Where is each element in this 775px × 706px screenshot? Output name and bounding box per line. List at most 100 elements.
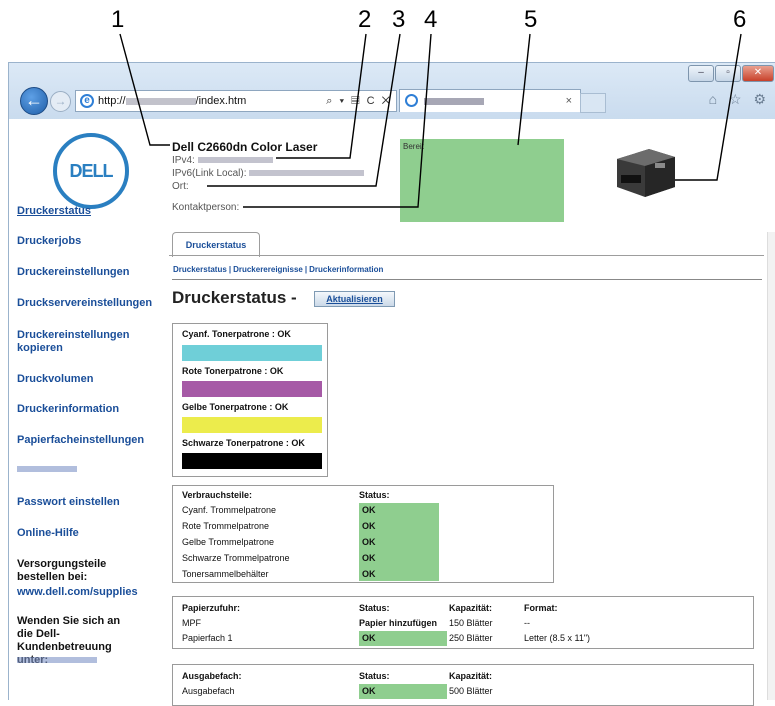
callout-4: 4	[424, 6, 438, 33]
tab-druckerstatus[interactable]: Druckerstatus	[172, 232, 260, 257]
printer-status-box: Bereit	[400, 139, 564, 222]
callout-2: 2	[358, 6, 372, 33]
toner-label-magenta: Rote Tonerpatrone : OK	[182, 366, 284, 376]
contact-label: Kontaktperson:	[172, 202, 240, 213]
address-bar[interactable]: e http:// /index.htm ⌕ ▾ ▤ C ✕	[75, 90, 397, 112]
ipv6-label: IPv6(Link Local):	[172, 168, 247, 179]
sidebar-item-druckereinstellungen[interactable]: Druckereinstellungen	[17, 266, 162, 279]
minimize-button[interactable]: –	[688, 65, 714, 82]
address-suffix: /index.htm	[195, 95, 247, 107]
tray-capacity: 250 Blätter	[449, 633, 493, 643]
tab-close-icon[interactable]: ×	[566, 90, 572, 112]
sidebar-item-druckerstatus[interactable]: Druckerstatus	[17, 205, 162, 218]
printer-model: Dell C2660dn Color Laser	[172, 140, 318, 154]
consumable-name: Cyanf. Trommelpatrone	[182, 505, 277, 515]
tray-status: OK	[359, 631, 447, 646]
paper-format-header: Format:	[524, 603, 558, 613]
supplies-link[interactable]: www.dell.com/supplies	[17, 586, 162, 599]
tray-name: Papierfach 1	[182, 633, 233, 643]
toner-label-black: Schwarze Tonerpatrone : OK	[182, 438, 305, 448]
tray-capacity: 150 Blätter	[449, 618, 493, 628]
redacted-ipv6	[249, 170, 365, 177]
toner-bar-black	[182, 453, 322, 469]
printer-icon	[617, 149, 675, 197]
paper-status-header: Status:	[359, 603, 390, 613]
ipv4-label: IPv4:	[172, 155, 195, 166]
tab-divider	[169, 255, 764, 256]
browser-tab[interactable]: ×	[399, 89, 581, 112]
toner-box: Cyanf. Tonerpatrone : OK Rote Tonerpatro…	[172, 323, 328, 477]
tray-name: MPF	[182, 618, 201, 628]
ie-page-icon: e	[80, 94, 94, 108]
location-label: Ort:	[172, 181, 189, 192]
consumable-name: Rote Trommelpatrone	[182, 521, 270, 531]
toner-label-yellow: Gelbe Tonerpatrone : OK	[182, 402, 289, 412]
window-controls: – ▫ ✕	[688, 65, 774, 82]
consumable-status: OK	[359, 551, 439, 567]
ie-tab-icon	[405, 94, 418, 107]
sidebar-item-online-hilfe[interactable]: Online-Hilfe	[17, 527, 162, 540]
callout-5: 5	[524, 6, 538, 33]
supplies-text: Versorgungsteile bestellen bei:	[17, 558, 107, 583]
consumable-status: OK	[359, 535, 439, 551]
address-bar-controls[interactable]: ⌕ ▾ ▤ C ✕	[326, 91, 392, 111]
sublink-druckerstatus[interactable]: Druckerstatus	[173, 265, 227, 274]
section-divider	[172, 279, 762, 280]
ipv6-row: IPv6(Link Local):	[172, 168, 365, 179]
back-button[interactable]: ←	[20, 87, 48, 115]
output-status-header: Status:	[359, 671, 390, 681]
callout-1: 1	[111, 6, 125, 33]
tray-format: Letter (8.5 x 11")	[524, 633, 591, 643]
redacted-tab-title	[424, 98, 484, 105]
consumables-header: Verbrauchsteile:	[182, 490, 253, 500]
new-tab-button[interactable]	[580, 93, 606, 113]
forward-button[interactable]: →	[50, 91, 71, 112]
consumable-status: OK	[359, 519, 439, 535]
sidebar-item-druckvolumen[interactable]: Druckvolumen	[17, 373, 162, 386]
consumable-status: OK	[359, 503, 439, 519]
sidebar-item-druckerjobs[interactable]: Druckerjobs	[17, 235, 162, 248]
sidebar-item-druckereinstellungen-kopieren[interactable]: Druckereinstellungen kopieren	[17, 329, 129, 355]
sublink-druckerereignisse[interactable]: Druckerereignisse	[233, 265, 303, 274]
support-phone-redacted	[17, 657, 97, 663]
sidebar-item-papierfacheinstellungen[interactable]: Papierfacheinstellungen	[17, 434, 162, 447]
refresh-button[interactable]: Aktualisieren	[314, 291, 395, 307]
browser-toolbar: – ▫ ✕ ← → e http:///index.htm ⌕ ▾ ▤ C ✕ …	[8, 62, 775, 120]
sublink-druckerinformation[interactable]: Druckerinformation	[309, 265, 383, 274]
paper-input-header: Papierzufuhr:	[182, 603, 241, 613]
consumable-name: Gelbe Trommelpatrone	[182, 537, 275, 547]
redacted-ip	[125, 97, 196, 105]
consumable-status: OK	[359, 567, 439, 581]
ipv4-row: IPv4:	[172, 155, 273, 166]
page-content: DELL Dell C2660dn Color Laser IPv4: IPv6…	[8, 119, 775, 706]
sub-navigation: Druckerstatus | Druckerereignisse | Druckeri…	[173, 265, 383, 274]
sidebar-item-redacted[interactable]	[17, 466, 77, 472]
consumable-name: Tonersammelbehälter	[182, 569, 269, 579]
address-prefix: http://	[98, 95, 126, 107]
output-tray-status: OK	[359, 684, 447, 699]
close-window-button[interactable]: ✕	[742, 65, 774, 82]
sidebar-item-passwort-einstellen[interactable]: Passwort einstellen	[17, 496, 162, 509]
output-capacity-header: Kapazität:	[449, 671, 493, 681]
consumables-status-header: Status:	[359, 490, 390, 500]
callout-3: 3	[392, 6, 406, 33]
output-tray-capacity: 500 Blätter	[449, 686, 493, 696]
browser-right-icons[interactable]: ⌂ ☆ ⚙	[709, 91, 770, 108]
output-header: Ausgabefach:	[182, 671, 242, 681]
toner-bar-cyan	[182, 345, 322, 361]
page-heading: Druckerstatus -	[172, 288, 297, 307]
sidebar-item-druckerinformation[interactable]: Druckerinformation	[17, 403, 162, 416]
paper-input-box: Papierzufuhr: Status: Kapazität: Format:…	[172, 596, 754, 649]
consumable-name: Schwarze Trommelpatrone	[182, 553, 290, 563]
tray-format: --	[524, 618, 530, 628]
paper-capacity-header: Kapazität:	[449, 603, 493, 613]
toner-bar-yellow	[182, 417, 322, 433]
page-scrollbar[interactable]	[767, 232, 775, 700]
toner-bar-magenta	[182, 381, 322, 397]
output-tray-name: Ausgabefach	[182, 686, 235, 696]
sidebar-item-druckservereinstellungen[interactable]: Druckservereinstellungen	[17, 297, 162, 310]
consumables-box: Verbrauchsteile: Status: Cyanf. Trommelp…	[172, 485, 554, 583]
callout-6: 6	[733, 6, 747, 33]
maximize-button[interactable]: ▫	[715, 65, 741, 82]
redacted-ipv4	[197, 157, 273, 164]
